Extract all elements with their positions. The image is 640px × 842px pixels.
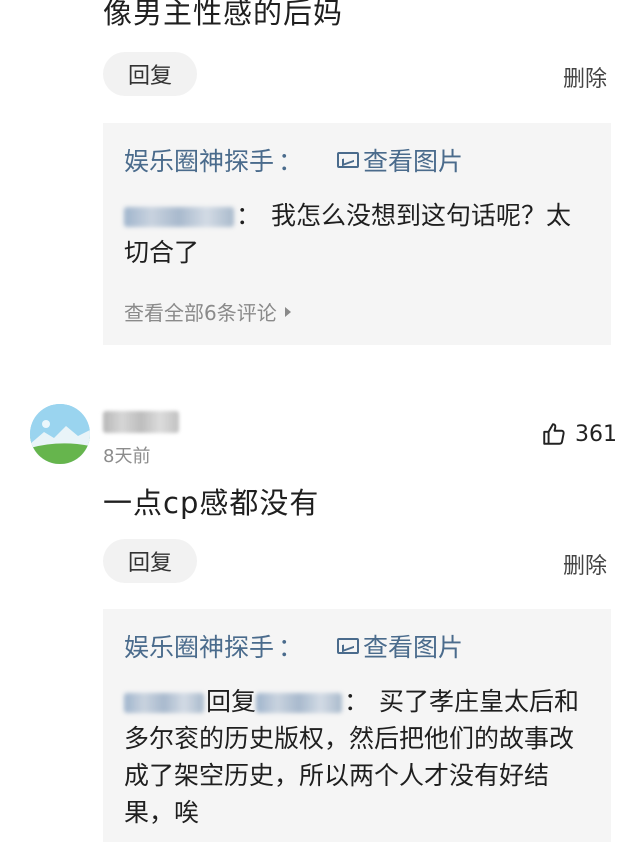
sub-comment-box: 娱乐圈神探手 ： 查看图片 ：我怎么没想到这句话呢？太切合了 查看全部6条评论 [103,123,611,345]
sub-author-name[interactable]: 娱乐圈神探手 [124,142,274,178]
view-image-label: 查看图片 [363,633,464,662]
triangle-right-icon [284,306,291,317]
view-image-label: 查看图片 [363,147,464,176]
blurred-username[interactable] [103,411,179,433]
colon: ： [236,201,262,230]
thumbs-up-icon [543,423,565,445]
blurred-username[interactable] [256,693,343,713]
colon: ： [278,633,304,662]
delete-button[interactable]: 删除 [563,61,607,93]
sub-comment-header: 娱乐圈神探手 ： 查看图片 [124,628,463,664]
view-image-link[interactable]: 查看图片 [337,628,463,664]
reply-button[interactable]: 回复 [103,539,197,583]
blurred-username[interactable] [124,207,234,227]
avatar-image [30,404,90,464]
view-all-comments-link[interactable]: 查看全部6条评论 [124,297,291,326]
view-all-label: 查看全部6条评论 [124,301,277,325]
delete-button[interactable]: 删除 [563,548,607,580]
sub-reply: ：我怎么没想到这句话呢？太切合了 [124,197,589,271]
comment-text: 像男主性感的后妈 [103,0,344,30]
blurred-username[interactable] [124,693,204,713]
comment-time: 8天前 [103,446,151,467]
sub-reply: 回复：买了孝庄皇太后和多尔衮的历史版权，然后把他们的故事改成了架空历史，所以两个… [124,683,589,831]
reply-button[interactable]: 回复 [103,52,197,96]
sub-author-name[interactable]: 娱乐圈神探手 [124,628,274,664]
sub-comment-box: 娱乐圈神探手 ： 查看图片 回复：买了孝庄皇太后和多尔衮的历史版权，然后把他们的… [103,609,611,842]
view-image-link[interactable]: 查看图片 [337,142,463,178]
colon: ： [278,147,304,176]
avatar[interactable] [30,404,90,464]
like-button[interactable]: 361 [541,421,617,447]
like-count: 361 [575,421,617,447]
image-icon [337,638,360,654]
image-icon [337,152,360,168]
sub-comment-header: 娱乐圈神探手 ： 查看图片 [124,142,463,178]
reply-verb: 回复 [206,687,257,716]
colon: ： [344,687,370,716]
comment-text: 一点cp感都没有 [103,486,320,520]
